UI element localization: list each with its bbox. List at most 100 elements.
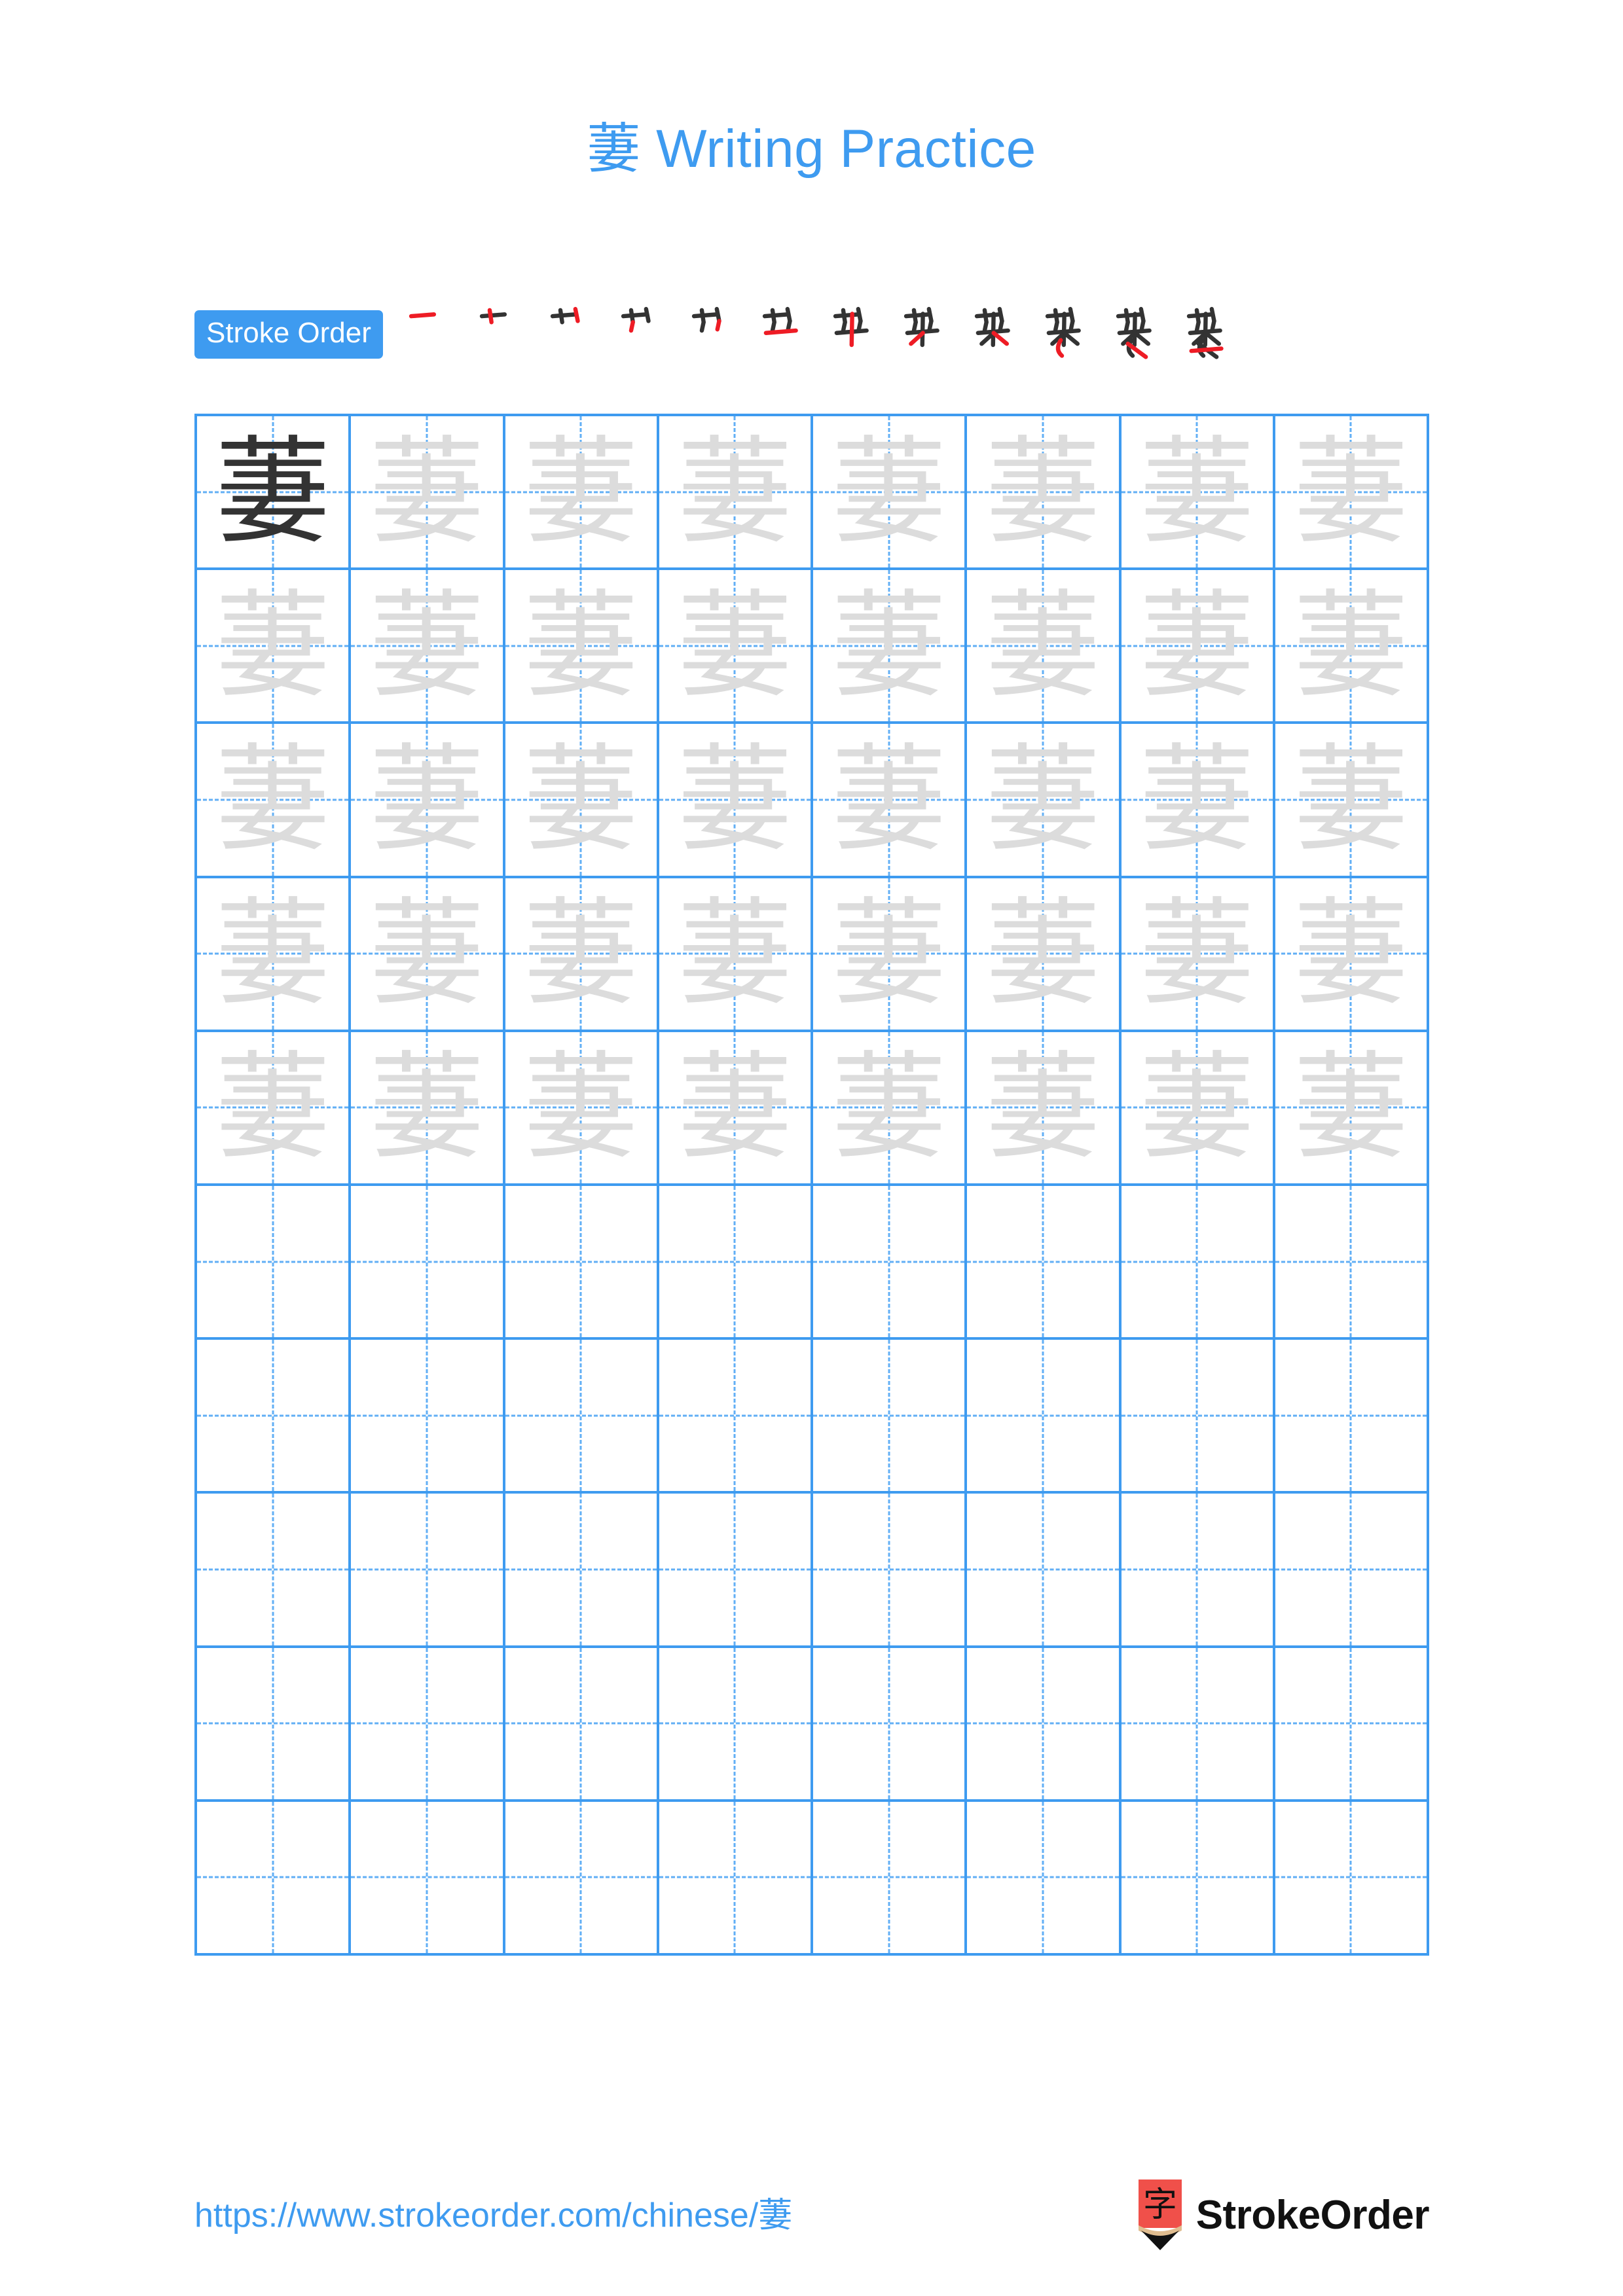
grid-cell-r2-c3[interactable]: 萋	[505, 570, 659, 725]
grid-cell-r6-c3[interactable]	[505, 1185, 659, 1340]
grid-cell-r8-c3[interactable]	[505, 1494, 659, 1648]
grid-cell-r10-c2[interactable]	[351, 1801, 505, 1956]
grid-cell-r9-c2[interactable]	[351, 1647, 505, 1802]
grid-cell-r2-c7[interactable]: 萋	[1121, 570, 1275, 725]
grid-cell-r8-c6[interactable]	[967, 1494, 1122, 1648]
grid-cell-r7-c4[interactable]	[659, 1340, 813, 1494]
grid-cell-r8-c2[interactable]	[351, 1494, 505, 1648]
grid-cell-r4-c5[interactable]: 萋	[813, 878, 968, 1032]
trace-character: 萋	[215, 886, 331, 1021]
grid-cell-r10-c7[interactable]	[1121, 1801, 1275, 1956]
cell-guide-vertical	[426, 1647, 428, 1799]
brand-lockup: 字 StrokeOrder	[1138, 2179, 1430, 2250]
cell-guide-horizontal	[351, 1722, 503, 1725]
grid-cell-r7-c5[interactable]	[813, 1340, 968, 1494]
grid-cell-r6-c1[interactable]	[197, 1185, 352, 1340]
grid-cell-r4-c1[interactable]: 萋	[197, 878, 352, 1032]
grid-cell-r10-c8[interactable]	[1275, 1801, 1429, 1956]
grid-cell-r2-c4[interactable]: 萋	[659, 570, 813, 725]
grid-cell-r6-c4[interactable]	[659, 1185, 813, 1340]
grid-cell-r5-c1[interactable]: 萋	[197, 1031, 352, 1186]
grid-cell-r8-c4[interactable]	[659, 1494, 813, 1648]
footer-url-link[interactable]: https://www.strokeorder.com/chinese/萋	[194, 2187, 792, 2236]
grid-cell-r4-c8[interactable]: 萋	[1275, 878, 1429, 1032]
grid-cell-r9-c7[interactable]	[1121, 1647, 1275, 1802]
grid-cell-r1-c6[interactable]: 萋	[967, 416, 1122, 571]
grid-cell-r4-c7[interactable]: 萋	[1121, 878, 1275, 1032]
grid-cell-r10-c3[interactable]	[505, 1801, 659, 1956]
grid-cell-r8-c1[interactable]	[197, 1494, 352, 1648]
grid-cell-r1-c1[interactable]: 萋	[197, 416, 352, 571]
grid-cell-r6-c2[interactable]	[351, 1185, 505, 1340]
grid-cell-r1-c7[interactable]: 萋	[1121, 416, 1275, 571]
cell-guide-vertical	[733, 1340, 736, 1492]
grid-cell-r3-c8[interactable]: 萋	[1275, 724, 1429, 878]
grid-cell-r3-c5[interactable]: 萋	[813, 724, 968, 878]
grid-cell-r7-c3[interactable]	[505, 1340, 659, 1494]
grid-cell-r2-c8[interactable]: 萋	[1275, 570, 1429, 725]
trace-character: 萋	[1293, 732, 1409, 867]
grid-cell-r8-c5[interactable]	[813, 1494, 968, 1648]
grid-cell-r4-c3[interactable]: 萋	[505, 878, 659, 1032]
grid-cell-r8-c8[interactable]	[1275, 1494, 1429, 1648]
cell-guide-horizontal	[659, 1876, 811, 1878]
grid-cell-r3-c7[interactable]: 萋	[1121, 724, 1275, 878]
grid-cell-r3-c3[interactable]: 萋	[505, 724, 659, 878]
grid-cell-r10-c6[interactable]	[967, 1801, 1122, 1956]
cell-guide-horizontal	[197, 1722, 349, 1725]
grid-cell-r1-c3[interactable]: 萋	[505, 416, 659, 571]
stroke-step-8	[892, 296, 963, 367]
grid-cell-r1-c4[interactable]: 萋	[659, 416, 813, 571]
grid-cell-r5-c6[interactable]: 萋	[967, 1031, 1122, 1186]
cell-guide-vertical	[579, 1647, 582, 1799]
grid-cell-r2-c1[interactable]: 萋	[197, 570, 352, 725]
grid-cell-r9-c4[interactable]	[659, 1647, 813, 1802]
grid-cell-r2-c6[interactable]: 萋	[967, 570, 1122, 725]
grid-cell-r1-c5[interactable]: 萋	[813, 416, 968, 571]
grid-cell-r9-c3[interactable]	[505, 1647, 659, 1802]
grid-cell-r5-c4[interactable]: 萋	[659, 1031, 813, 1186]
grid-cell-r2-c5[interactable]: 萋	[813, 570, 968, 725]
grid-cell-r3-c6[interactable]: 萋	[967, 724, 1122, 878]
cell-guide-vertical	[579, 1185, 582, 1338]
grid-cell-r5-c7[interactable]: 萋	[1121, 1031, 1275, 1186]
cell-guide-horizontal	[659, 1261, 811, 1263]
cell-guide-vertical	[1042, 1185, 1044, 1338]
grid-cell-r7-c8[interactable]	[1275, 1340, 1429, 1494]
grid-cell-r5-c3[interactable]: 萋	[505, 1031, 659, 1186]
grid-cell-r1-c2[interactable]: 萋	[351, 416, 505, 571]
grid-cell-r9-c8[interactable]	[1275, 1647, 1429, 1802]
grid-cell-r2-c2[interactable]: 萋	[351, 570, 505, 725]
footer: https://www.strokeorder.com/chinese/萋 字 …	[0, 2179, 1623, 2265]
trace-character: 萋	[1139, 424, 1255, 559]
grid-cell-r3-c2[interactable]: 萋	[351, 724, 505, 878]
grid-cell-r7-c6[interactable]	[967, 1340, 1122, 1494]
grid-cell-r6-c5[interactable]	[813, 1185, 968, 1340]
grid-cell-r4-c4[interactable]: 萋	[659, 878, 813, 1032]
grid-cell-r9-c6[interactable]	[967, 1647, 1122, 1802]
grid-cell-r10-c5[interactable]	[813, 1801, 968, 1956]
trace-character: 萋	[985, 424, 1101, 559]
grid-cell-r1-c8[interactable]: 萋	[1275, 416, 1429, 571]
grid-cell-r6-c7[interactable]	[1121, 1185, 1275, 1340]
grid-cell-r3-c1[interactable]: 萋	[197, 724, 352, 878]
grid-cell-r6-c8[interactable]	[1275, 1185, 1429, 1340]
grid-cell-r8-c7[interactable]	[1121, 1494, 1275, 1648]
grid-cell-r10-c1[interactable]	[197, 1801, 352, 1956]
stroke-step-12	[1175, 296, 1246, 367]
grid-cell-r3-c4[interactable]: 萋	[659, 724, 813, 878]
grid-cell-r5-c2[interactable]: 萋	[351, 1031, 505, 1186]
grid-cell-r9-c1[interactable]	[197, 1647, 352, 1802]
stroke-step-6	[751, 296, 822, 367]
grid-cell-r4-c2[interactable]: 萋	[351, 878, 505, 1032]
grid-cell-r7-c1[interactable]	[197, 1340, 352, 1494]
grid-cell-r10-c4[interactable]	[659, 1801, 813, 1956]
grid-cell-r6-c6[interactable]	[967, 1185, 1122, 1340]
grid-cell-r9-c5[interactable]	[813, 1647, 968, 1802]
grid-cell-r4-c6[interactable]: 萋	[967, 878, 1122, 1032]
grid-cell-r7-c7[interactable]	[1121, 1340, 1275, 1494]
cell-guide-vertical	[426, 1340, 428, 1492]
grid-cell-r5-c5[interactable]: 萋	[813, 1031, 968, 1186]
grid-cell-r7-c2[interactable]	[351, 1340, 505, 1494]
grid-cell-r5-c8[interactable]: 萋	[1275, 1031, 1429, 1186]
